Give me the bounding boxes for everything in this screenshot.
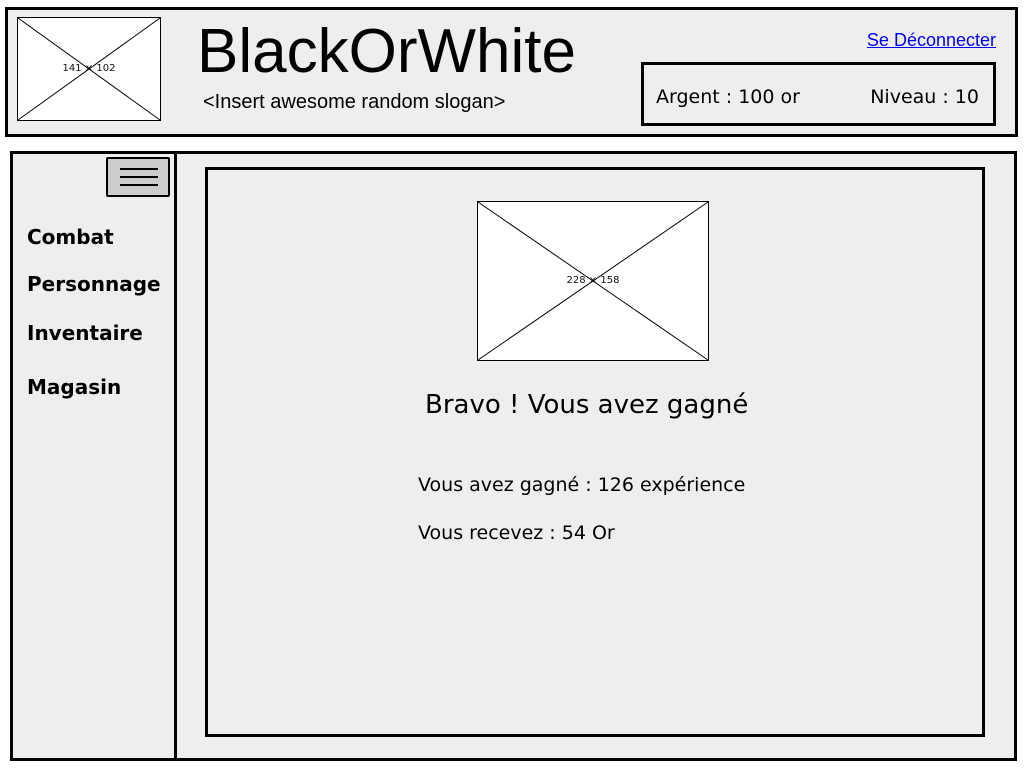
sidebar-item-personnage[interactable]: Personnage — [27, 271, 161, 297]
site-title: BlackOrWhite — [197, 17, 576, 86]
gold-received-text: Vous recevez : 54 Or — [418, 522, 615, 544]
logo-image-placeholder: 141 × 102 — [17, 17, 161, 121]
victory-title: Bravo ! Vous avez gagné — [425, 390, 749, 420]
player-stats-box: Argent : 100 or Niveau : 10 — [641, 62, 996, 126]
victory-image-placeholder: 228 × 158 — [477, 201, 709, 361]
logo-size-label: 141 × 102 — [62, 63, 116, 74]
sidebar-item-combat[interactable]: Combat — [27, 224, 114, 250]
sidebar-divider — [174, 153, 177, 759]
site-slogan: <Insert awesome random slogan> — [203, 91, 506, 113]
level-value: Niveau : 10 — [870, 86, 979, 108]
logout-link[interactable]: Se Déconnecter — [867, 29, 996, 51]
sidebar-item-inventaire[interactable]: Inventaire — [27, 320, 143, 346]
sidebar-item-magasin[interactable]: Magasin — [27, 374, 121, 400]
image-size-label: 228 × 158 — [566, 275, 620, 286]
money-value: Argent : 100 or — [656, 86, 800, 108]
menu-toggle-button[interactable] — [106, 157, 170, 197]
experience-gained-text: Vous avez gagné : 126 expérience — [418, 474, 746, 496]
